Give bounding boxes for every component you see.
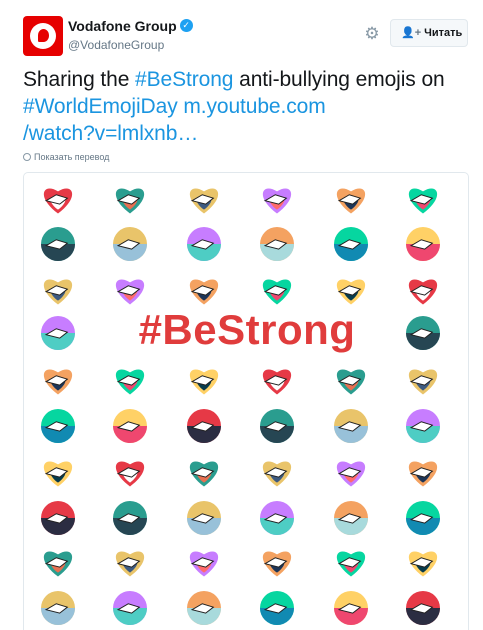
gear-icon[interactable]: ⚙ [363, 25, 381, 43]
text-middle: anti-bullying emojis on [233, 68, 445, 91]
text-prefix: Sharing the [23, 68, 136, 91]
author-block[interactable]: Vodafone Group ✓ @VodafoneGroup [68, 17, 193, 52]
hashtag-link[interactable]: #BeStrong [135, 68, 233, 91]
tweet-media-image[interactable]: #BeStrong [23, 172, 469, 630]
tweet-text: Sharing the #BeStrong anti-bullying emoj… [23, 66, 473, 147]
globe-icon [23, 153, 31, 161]
follow-button[interactable]: 👤+ Читать [390, 19, 468, 47]
vodafone-logo[interactable] [23, 16, 63, 56]
translate-label: Показать перевод [34, 152, 110, 162]
display-name[interactable]: Vodafone Group [68, 18, 177, 34]
tweet-header: Vodafone Group ✓ @VodafoneGroup ⚙ 👤+ Читат… [23, 16, 469, 60]
user-handle[interactable]: @VodafoneGroup [68, 38, 193, 52]
verified-badge-icon: ✓ [179, 19, 193, 33]
translate-link[interactable]: Показать перевод [23, 152, 109, 162]
url-link[interactable]: /watch?v=lmlxnb… [23, 122, 198, 145]
bestrong-banner: #BeStrong [138, 306, 356, 353]
hashtag-link[interactable]: #WorldEmojiDay [23, 95, 178, 118]
add-user-icon: 👤+ [401, 27, 422, 39]
follow-label: Читать [424, 27, 463, 39]
url-link[interactable]: m.youtube.com [183, 95, 325, 118]
emoji-grid [41, 188, 440, 625]
